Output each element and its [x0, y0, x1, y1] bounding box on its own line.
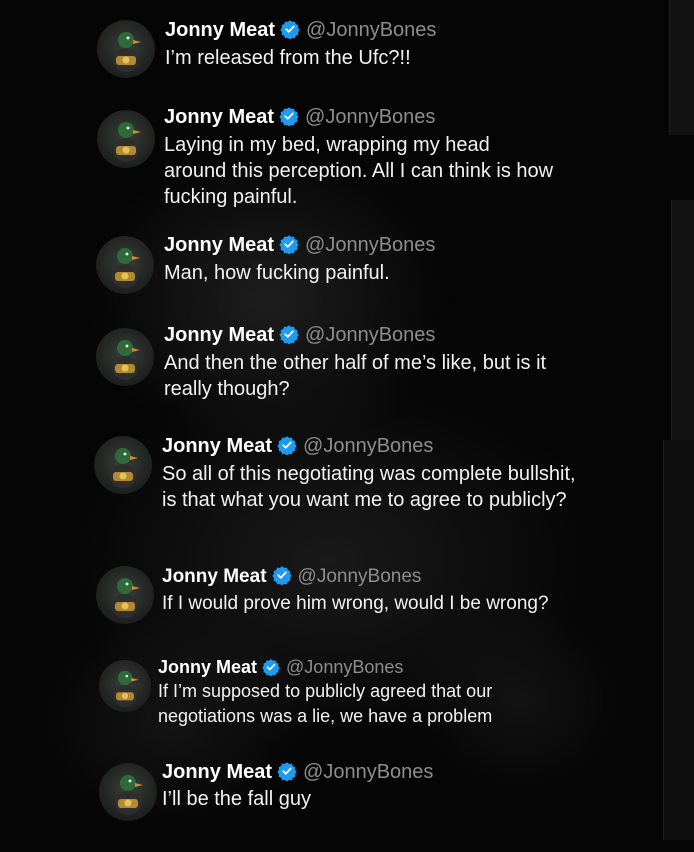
avatar[interactable]: [99, 660, 151, 712]
verified-badge-icon: [279, 107, 299, 126]
tweet-text: I’m released from the Ufc?!!: [165, 47, 411, 69]
tweet-text: Laying in my bed, wrapping my head aroun…: [164, 134, 554, 208]
author-name[interactable]: Jonny Meat: [162, 761, 272, 783]
duck-avatar-icon: [113, 122, 141, 162]
verified-badge-icon: [280, 20, 300, 39]
verified-badge-icon: [271, 566, 292, 585]
author-name[interactable]: Jonny Meat: [164, 324, 274, 346]
author-name[interactable]: Jonny Meat: [164, 106, 274, 128]
author-name[interactable]: Jonny Meat: [164, 234, 274, 256]
tweet-header: Jonny Meat @JonnyBones: [162, 760, 433, 784]
author-handle[interactable]: @JonnyBones: [303, 761, 433, 783]
tweet-header: Jonny Meat @JonnyBones: [162, 565, 421, 589]
author-name[interactable]: Jonny Meat: [165, 19, 275, 41]
author-name[interactable]: Jonny Meat: [162, 435, 272, 457]
duck-avatar-icon: [113, 32, 141, 72]
verified-badge-icon: [277, 762, 297, 781]
tweet-7[interactable]: Jonny Meat @JonnyBones If I’m supposed to…: [0, 655, 640, 755]
author-handle[interactable]: @JonnyBones: [305, 106, 435, 128]
avatar[interactable]: [97, 20, 155, 78]
duck-avatar-icon: [112, 578, 140, 618]
tweet-text: And then the other half of me’s like, bu…: [164, 352, 547, 400]
author-name[interactable]: Jonny Meat: [162, 566, 267, 587]
avatar[interactable]: [97, 110, 155, 168]
tweet-text: If I’m supposed to publicly agreed that …: [158, 681, 493, 726]
tweet-text: So all of this negotiating was complete …: [162, 463, 576, 511]
edge-panel-mid: [671, 200, 694, 440]
author-handle[interactable]: @JonnyBones: [305, 234, 435, 256]
author-handle[interactable]: @JonnyBones: [303, 435, 433, 457]
avatar[interactable]: [94, 436, 152, 494]
tweet-text: I’ll be the fall guy: [162, 788, 311, 810]
tweet-2[interactable]: Jonny Meat @JonnyBones Laying in my bed, …: [0, 100, 640, 230]
author-handle[interactable]: @JonnyBones: [306, 19, 436, 41]
duck-avatar-icon: [115, 775, 143, 815]
verified-badge-icon: [279, 235, 299, 254]
duck-avatar-icon: [113, 670, 139, 707]
avatar[interactable]: [96, 328, 154, 386]
avatar[interactable]: [99, 763, 157, 821]
author-handle[interactable]: @JonnyBones: [305, 324, 435, 346]
duck-avatar-icon: [112, 340, 140, 380]
tweet-8[interactable]: Jonny Meat @JonnyBones I’ll be the fall g…: [0, 755, 640, 852]
tweet-1[interactable]: Jonny Meat @JonnyBones I’m released from …: [0, 0, 640, 100]
tweet-text: Man, how fucking painful.: [164, 262, 390, 284]
tweet-header: Jonny Meat @JonnyBones: [164, 233, 435, 257]
tweet-6[interactable]: Jonny Meat @JonnyBones If I would prove h…: [0, 560, 640, 655]
tweet-header: Jonny Meat @JonnyBones: [164, 323, 435, 347]
verified-badge-icon: [262, 659, 280, 676]
verified-badge-icon: [277, 436, 297, 455]
tweet-header: Jonny Meat @JonnyBones: [162, 434, 433, 458]
duck-avatar-icon: [112, 248, 140, 288]
tweet-4[interactable]: Jonny Meat @JonnyBones And then the other…: [0, 320, 640, 430]
avatar[interactable]: [96, 566, 154, 624]
tweet-3[interactable]: Jonny Meat @JonnyBones Man, how fucking p…: [0, 230, 640, 320]
screenshot-canvas: Jonny Meat @JonnyBones I’m released from …: [0, 0, 694, 852]
tweet-header: Jonny Meat @JonnyBones: [158, 655, 403, 679]
author-handle[interactable]: @JonnyBones: [298, 566, 422, 587]
edge-panel-top: [669, 0, 694, 135]
edge-panel-low: [663, 440, 694, 840]
tweet-header: Jonny Meat @JonnyBones: [164, 105, 435, 129]
tweet-5[interactable]: Jonny Meat @JonnyBones So all of this neg…: [0, 430, 640, 560]
author-handle[interactable]: @JonnyBones: [286, 657, 403, 677]
avatar[interactable]: [96, 236, 154, 294]
verified-badge-icon: [279, 325, 299, 344]
duck-avatar-icon: [110, 448, 138, 488]
tweet-text: If I would prove him wrong, would I be w…: [162, 593, 549, 614]
tweet-header: Jonny Meat @JonnyBones: [165, 18, 436, 42]
author-name[interactable]: Jonny Meat: [158, 657, 257, 677]
